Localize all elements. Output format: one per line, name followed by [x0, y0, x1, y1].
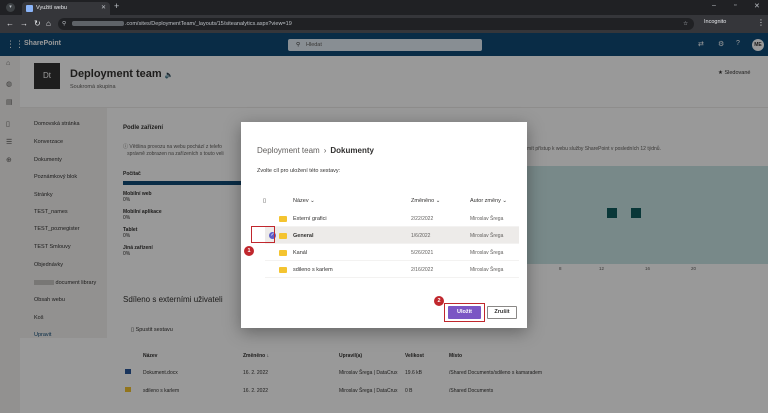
home-icon[interactable]: ⌂ [46, 19, 51, 28]
close-window-icon[interactable]: ✕ [754, 2, 760, 10]
folder-row-kanal[interactable]: Kanál 5/26/2021 Miroslav Šrega [265, 244, 519, 261]
chevron-down-icon: ⌄ [435, 198, 441, 204]
close-tab-icon[interactable]: ✕ [101, 2, 106, 15]
address-bar: ← → ↻ ⌂ ⚲ .com/sites/DeploymentTeam/_lay… [0, 15, 768, 33]
col-header-author[interactable]: Autor změny ⌄ [470, 198, 507, 204]
maximize-icon[interactable]: ▫ [734, 2, 736, 9]
folder-author: Miroslav Šrega [470, 267, 504, 273]
folder-icon [279, 267, 287, 273]
file-type-column-icon: ▯ [263, 198, 267, 204]
back-icon[interactable]: ← [6, 19, 14, 28]
folder-row-general[interactable]: ✓ General 1/6/2022 Miroslav Šrega [265, 227, 519, 244]
folder-modified: 2/16/2022 [411, 267, 434, 273]
folder-modified: 2/22/2022 [411, 216, 434, 222]
folder-name: Externí grafici [293, 216, 327, 222]
folder-icon [279, 233, 287, 239]
redacted-domain [72, 21, 124, 27]
folder-name: Kanál [293, 250, 308, 256]
browser-menu-icon[interactable]: ⋮ [757, 18, 765, 27]
dialog-prompt: Zvolte cíl pro uložení této sestavy: [257, 168, 341, 174]
step-2-badge: 2 [434, 296, 444, 306]
tab-title: Využití webu [36, 5, 67, 11]
tab-search-icon[interactable]: ▾ [6, 3, 15, 12]
folder-icon [279, 216, 287, 222]
breadcrumb-separator: › [323, 146, 327, 155]
breadcrumb: Deployment team › Dokumenty [257, 146, 374, 155]
site-info-icon[interactable]: ⚲ [62, 18, 66, 30]
browser-tab[interactable]: Využití webu ✕ [22, 2, 110, 15]
folder-row-sdileno-s-karlem[interactable]: sdileno s karlem 2/16/2022 Miroslav Šreg… [265, 261, 519, 278]
browser-tab-bar: ▾ Využití webu ✕ + – ▫ ✕ [0, 0, 768, 15]
minimize-icon[interactable]: – [712, 2, 716, 9]
url-text: .com/sites/DeploymentTeam/_layouts/15/si… [125, 21, 292, 27]
folder-row-externi-grafici[interactable]: Externí grafici 2/22/2022 Miroslav Šrega [265, 210, 519, 227]
new-tab-button[interactable]: + [114, 1, 119, 11]
breadcrumb-current: Dokumenty [330, 146, 374, 155]
folder-author: Miroslav Šrega [470, 250, 504, 256]
folder-icon [279, 250, 287, 256]
col-header-modified[interactable]: Změněno ⌄ [411, 198, 440, 204]
chevron-down-icon: ⌄ [310, 198, 315, 204]
breadcrumb-root[interactable]: Deployment team [257, 146, 320, 155]
chevron-down-icon: ⌄ [502, 198, 508, 204]
folder-author: Miroslav Šrega [470, 233, 504, 239]
folder-modified: 1/6/2022 [411, 233, 431, 239]
folder-name: General [293, 233, 314, 239]
save-button[interactable]: Uložit [448, 306, 481, 319]
reload-icon[interactable]: ↻ [34, 19, 41, 28]
forward-icon[interactable]: → [20, 19, 28, 28]
folder-author: Miroslav Šrega [470, 216, 504, 222]
sharepoint-favicon-icon [26, 5, 33, 12]
bookmark-star-icon[interactable]: ☆ [683, 18, 688, 30]
step-1-badge: 1 [244, 246, 254, 256]
step-1-highlight [251, 226, 275, 243]
col-header-name[interactable]: Název ⌄ [293, 198, 315, 204]
save-location-dialog: Deployment team › Dokumenty Zvolte cíl pro… [241, 122, 527, 328]
folder-name: sdileno s karlem [293, 267, 333, 273]
incognito-label[interactable]: Incognito [704, 19, 726, 25]
folder-modified: 5/26/2021 [411, 250, 434, 256]
url-input[interactable]: ⚲ .com/sites/DeploymentTeam/_layouts/15/… [58, 18, 694, 30]
cancel-button[interactable]: Zrušit [487, 306, 517, 319]
